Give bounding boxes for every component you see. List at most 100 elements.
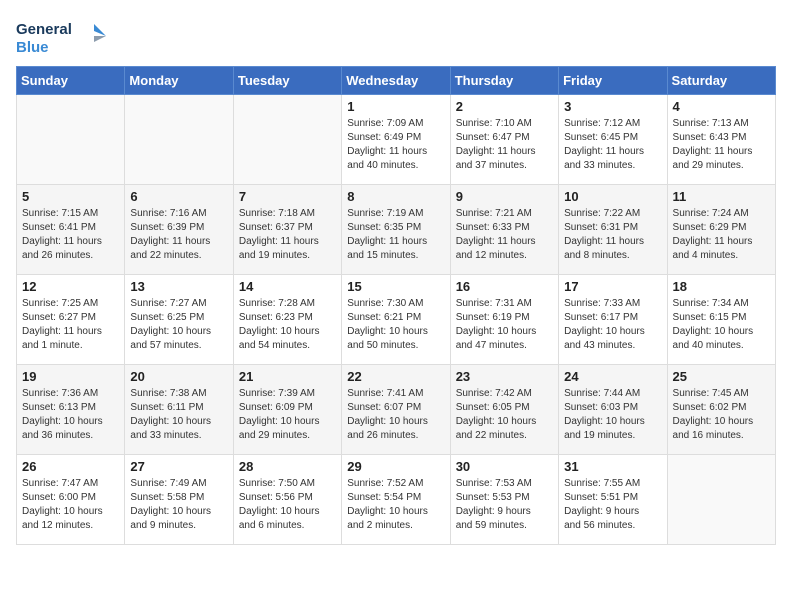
calendar-week-row: 5Sunrise: 7:15 AM Sunset: 6:41 PM Daylig… <box>17 185 776 275</box>
day-number: 23 <box>456 369 553 384</box>
day-number: 9 <box>456 189 553 204</box>
calendar-cell: 14 Sunrise: 7:28 AM Sunset: 6:23 PM Dayli… <box>233 275 341 365</box>
calendar-cell: 19 Sunrise: 7:36 AM Sunset: 6:13 PM Dayli… <box>17 365 125 455</box>
day-details: Sunrise: 7:31 AM Sunset: 6:19 PM Dayligh… <box>456 297 553 353</box>
day-details: Sunrise: 7:13 AM Sunset: 6:43 PM Dayligh… <box>673 117 770 173</box>
calendar-cell: 6Sunrise: 7:16 AM Sunset: 6:39 PM Daylig… <box>125 185 233 275</box>
day-details: Sunrise: 7:50 AM Sunset: 5:56 PM Dayligh… <box>239 477 336 533</box>
day-details: Sunrise: 7:21 AM Sunset: 6:33 PM Dayligh… <box>456 207 553 263</box>
calendar-table: SundayMondayTuesdayWednesdayThursdayFrid… <box>16 66 776 545</box>
weekday-header-sunday: Sunday <box>17 67 125 95</box>
calendar-cell: 13 Sunrise: 7:27 AM Sunset: 6:25 PM Dayli… <box>125 275 233 365</box>
calendar-week-row: 12Sunrise: 7:25 AM Sunset: 6:27 PM Dayli… <box>17 275 776 365</box>
calendar-week-row: 19 Sunrise: 7:36 AM Sunset: 6:13 PM Dayli… <box>17 365 776 455</box>
calendar-cell: 23 Sunrise: 7:42 AM Sunset: 6:05 PM Dayli… <box>450 365 558 455</box>
calendar-cell: 9 Sunrise: 7:21 AM Sunset: 6:33 PM Daylig… <box>450 185 558 275</box>
calendar-cell <box>233 95 341 185</box>
calendar-cell: 30 Sunrise: 7:53 AM Sunset: 5:53 PM Dayli… <box>450 455 558 545</box>
day-details: Sunrise: 7:39 AM Sunset: 6:09 PM Dayligh… <box>239 387 336 443</box>
calendar-cell: 10 Sunrise: 7:22 AM Sunset: 6:31 PM Dayli… <box>559 185 667 275</box>
day-number: 22 <box>347 369 444 384</box>
day-number: 4 <box>673 99 770 114</box>
calendar-cell: 17Sunrise: 7:33 AM Sunset: 6:17 PM Dayli… <box>559 275 667 365</box>
logo: General Blue <box>16 16 106 58</box>
day-details: Sunrise: 7:22 AM Sunset: 6:31 PM Dayligh… <box>564 207 661 263</box>
day-number: 7 <box>239 189 336 204</box>
day-details: Sunrise: 7:53 AM Sunset: 5:53 PM Dayligh… <box>456 477 553 533</box>
page-header: General Blue <box>16 16 776 58</box>
weekday-header-thursday: Thursday <box>450 67 558 95</box>
day-details: Sunrise: 7:09 AM Sunset: 6:49 PM Dayligh… <box>347 117 444 173</box>
weekday-header-friday: Friday <box>559 67 667 95</box>
calendar-cell: 28 Sunrise: 7:50 AM Sunset: 5:56 PM Dayli… <box>233 455 341 545</box>
day-number: 1 <box>347 99 444 114</box>
day-number: 8 <box>347 189 444 204</box>
calendar-cell: 31Sunrise: 7:55 AM Sunset: 5:51 PM Dayli… <box>559 455 667 545</box>
day-details: Sunrise: 7:25 AM Sunset: 6:27 PM Dayligh… <box>22 297 119 353</box>
day-number: 27 <box>130 459 227 474</box>
calendar-cell: 18Sunrise: 7:34 AM Sunset: 6:15 PM Dayli… <box>667 275 775 365</box>
day-details: Sunrise: 7:52 AM Sunset: 5:54 PM Dayligh… <box>347 477 444 533</box>
day-details: Sunrise: 7:27 AM Sunset: 6:25 PM Dayligh… <box>130 297 227 353</box>
day-number: 19 <box>22 369 119 384</box>
day-details: Sunrise: 7:10 AM Sunset: 6:47 PM Dayligh… <box>456 117 553 173</box>
day-number: 2 <box>456 99 553 114</box>
day-details: Sunrise: 7:47 AM Sunset: 6:00 PM Dayligh… <box>22 477 119 533</box>
calendar-cell: 11 Sunrise: 7:24 AM Sunset: 6:29 PM Dayli… <box>667 185 775 275</box>
calendar-cell <box>17 95 125 185</box>
calendar-week-row: 1 Sunrise: 7:09 AM Sunset: 6:49 PM Daylig… <box>17 95 776 185</box>
calendar-cell <box>125 95 233 185</box>
day-number: 5 <box>22 189 119 204</box>
day-number: 20 <box>130 369 227 384</box>
svg-text:General: General <box>16 21 72 38</box>
calendar-cell: 25 Sunrise: 7:45 AM Sunset: 6:02 PM Dayli… <box>667 365 775 455</box>
day-details: Sunrise: 7:19 AM Sunset: 6:35 PM Dayligh… <box>347 207 444 263</box>
day-number: 15 <box>347 279 444 294</box>
day-number: 16 <box>456 279 553 294</box>
calendar-cell: 20 Sunrise: 7:38 AM Sunset: 6:11 PM Dayli… <box>125 365 233 455</box>
calendar-cell <box>667 455 775 545</box>
weekday-header-wednesday: Wednesday <box>342 67 450 95</box>
weekday-header-row: SundayMondayTuesdayWednesdayThursdayFrid… <box>17 67 776 95</box>
logo-svg: General Blue <box>16 16 106 58</box>
day-number: 29 <box>347 459 444 474</box>
calendar-cell: 12Sunrise: 7:25 AM Sunset: 6:27 PM Dayli… <box>17 275 125 365</box>
weekday-header-tuesday: Tuesday <box>233 67 341 95</box>
calendar-cell: 27 Sunrise: 7:49 AM Sunset: 5:58 PM Dayli… <box>125 455 233 545</box>
calendar-cell: 2 Sunrise: 7:10 AM Sunset: 6:47 PM Daylig… <box>450 95 558 185</box>
svg-text:Blue: Blue <box>16 39 49 56</box>
calendar-cell: 22 Sunrise: 7:41 AM Sunset: 6:07 PM Dayli… <box>342 365 450 455</box>
calendar-cell: 29 Sunrise: 7:52 AM Sunset: 5:54 PM Dayli… <box>342 455 450 545</box>
calendar-cell: 4 Sunrise: 7:13 AM Sunset: 6:43 PM Daylig… <box>667 95 775 185</box>
calendar-cell: 15Sunrise: 7:30 AM Sunset: 6:21 PM Dayli… <box>342 275 450 365</box>
day-details: Sunrise: 7:49 AM Sunset: 5:58 PM Dayligh… <box>130 477 227 533</box>
day-number: 11 <box>673 189 770 204</box>
calendar-cell: 1 Sunrise: 7:09 AM Sunset: 6:49 PM Daylig… <box>342 95 450 185</box>
day-details: Sunrise: 7:45 AM Sunset: 6:02 PM Dayligh… <box>673 387 770 443</box>
day-number: 3 <box>564 99 661 114</box>
day-number: 30 <box>456 459 553 474</box>
calendar-week-row: 26Sunrise: 7:47 AM Sunset: 6:00 PM Dayli… <box>17 455 776 545</box>
day-details: Sunrise: 7:42 AM Sunset: 6:05 PM Dayligh… <box>456 387 553 443</box>
day-details: Sunrise: 7:38 AM Sunset: 6:11 PM Dayligh… <box>130 387 227 443</box>
calendar-cell: 5Sunrise: 7:15 AM Sunset: 6:41 PM Daylig… <box>17 185 125 275</box>
calendar-cell: 3 Sunrise: 7:12 AM Sunset: 6:45 PM Daylig… <box>559 95 667 185</box>
day-number: 14 <box>239 279 336 294</box>
day-number: 17 <box>564 279 661 294</box>
day-number: 24 <box>564 369 661 384</box>
day-details: Sunrise: 7:16 AM Sunset: 6:39 PM Dayligh… <box>130 207 227 263</box>
day-details: Sunrise: 7:36 AM Sunset: 6:13 PM Dayligh… <box>22 387 119 443</box>
calendar-cell: 16 Sunrise: 7:31 AM Sunset: 6:19 PM Dayli… <box>450 275 558 365</box>
day-number: 10 <box>564 189 661 204</box>
day-details: Sunrise: 7:12 AM Sunset: 6:45 PM Dayligh… <box>564 117 661 173</box>
calendar-cell: 7 Sunrise: 7:18 AM Sunset: 6:37 PM Daylig… <box>233 185 341 275</box>
day-number: 28 <box>239 459 336 474</box>
day-number: 18 <box>673 279 770 294</box>
day-details: Sunrise: 7:28 AM Sunset: 6:23 PM Dayligh… <box>239 297 336 353</box>
day-details: Sunrise: 7:18 AM Sunset: 6:37 PM Dayligh… <box>239 207 336 263</box>
weekday-header-monday: Monday <box>125 67 233 95</box>
day-details: Sunrise: 7:41 AM Sunset: 6:07 PM Dayligh… <box>347 387 444 443</box>
day-details: Sunrise: 7:24 AM Sunset: 6:29 PM Dayligh… <box>673 207 770 263</box>
day-number: 13 <box>130 279 227 294</box>
day-number: 25 <box>673 369 770 384</box>
